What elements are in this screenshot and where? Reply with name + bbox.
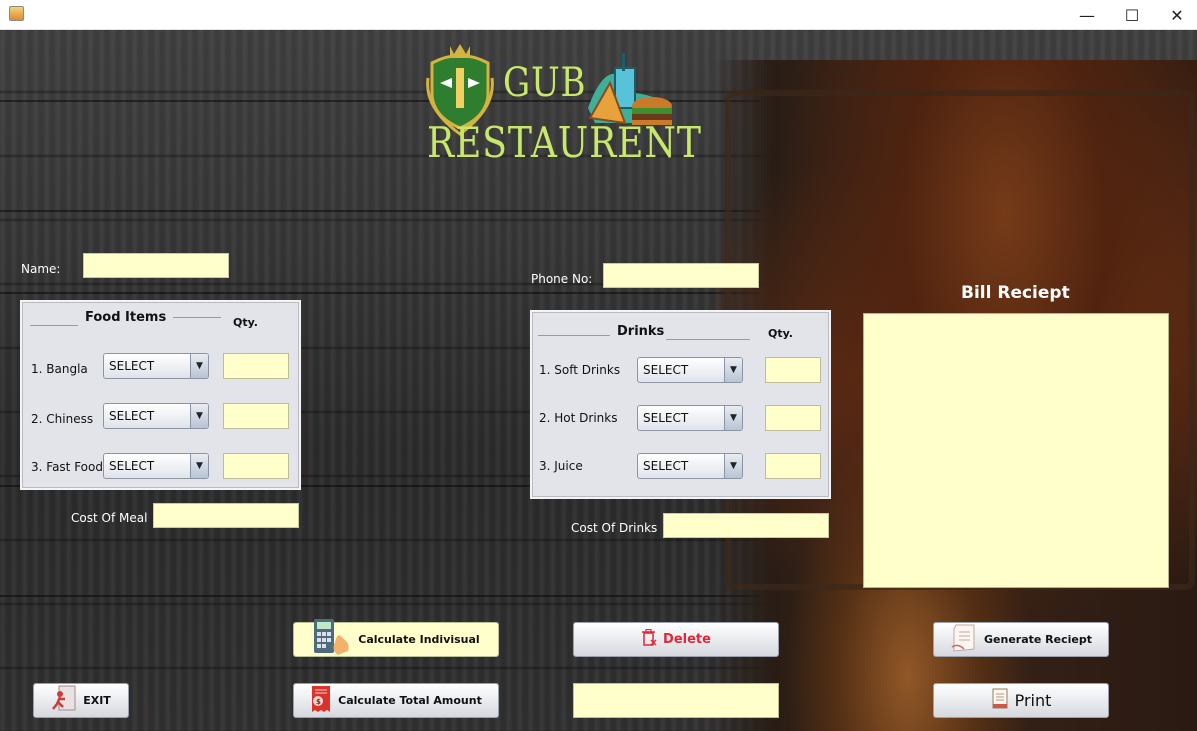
bangla-qty-input[interactable] (223, 353, 289, 379)
panel-title-line (666, 339, 750, 340)
trash-icon (641, 628, 657, 650)
exit-button[interactable]: EXIT (33, 683, 129, 718)
panel-title-line (30, 325, 78, 326)
select-value: SELECT (643, 459, 689, 473)
drinks-panel: Drinks Qty. 1. Soft Drinks SELECT ▼ 2. H… (530, 310, 831, 499)
drink-item-label: 1. Soft Drinks (539, 363, 621, 377)
food-items-title: Food Items (85, 310, 167, 325)
dropdown-arrow-icon: ▼ (724, 454, 742, 478)
logo-title-restaurant: RESTAURENT (427, 118, 702, 167)
phone-input[interactable] (603, 263, 759, 288)
food-item-label: 1. Bangla (31, 362, 88, 376)
minimize-icon: — (1079, 5, 1095, 25)
phone-label: Phone No: (531, 272, 593, 286)
cost-of-drinks-field[interactable] (663, 513, 829, 538)
java-app-icon (9, 6, 24, 21)
bill-icon: $ (310, 684, 332, 717)
total-amount-field[interactable] (573, 683, 779, 718)
svg-text:$: $ (316, 698, 321, 706)
hot-drinks-qty-input[interactable] (765, 405, 821, 431)
drinks-qty-label: Qty. (768, 327, 793, 340)
bill-receipt-textarea[interactable] (863, 313, 1169, 588)
maximize-icon: ☐ (1124, 5, 1140, 25)
dropdown-arrow-icon: ▼ (190, 404, 208, 428)
bangla-select[interactable]: SELECT ▼ (103, 353, 209, 379)
receipt-icon (950, 623, 978, 656)
delete-label: Delete (663, 632, 711, 647)
exit-label: EXIT (83, 694, 111, 707)
print-label: Print (1014, 691, 1052, 710)
drinks-title: Drinks (617, 324, 665, 339)
plank-seam (0, 595, 760, 597)
exit-icon (51, 685, 77, 716)
select-value: SELECT (109, 359, 155, 373)
cost-of-drinks-label: Cost Of Drinks (571, 521, 658, 535)
fast-food-qty-input[interactable] (223, 453, 289, 479)
logo-title-gub: GUB (503, 60, 587, 106)
food-item-label: 3. Fast Food (31, 460, 103, 474)
cost-of-meal-field[interactable] (153, 503, 299, 528)
printer-icon (991, 688, 1009, 714)
dropdown-arrow-icon: ▼ (190, 354, 208, 378)
chiness-select[interactable]: SELECT ▼ (103, 403, 209, 429)
calculate-total-button[interactable]: $ Calculate Total Amount (293, 683, 499, 718)
plank-seam (0, 292, 760, 294)
food-item-label: 2. Chiness (31, 412, 94, 426)
name-label: Name: (21, 262, 61, 276)
drink-item-label: 3. Juice (539, 459, 583, 473)
food-qty-label: Qty. (233, 316, 258, 329)
maximize-button[interactable]: ☐ (1109, 0, 1155, 30)
soft-drinks-select[interactable]: SELECT ▼ (637, 357, 743, 383)
panel-title-line (538, 335, 610, 336)
generate-receipt-label: Generate Reciept (984, 633, 1092, 646)
hot-drinks-select[interactable]: SELECT ▼ (637, 405, 743, 431)
select-value: SELECT (643, 363, 689, 377)
food-items-panel: Food Items Qty. 1. Bangla SELECT ▼ 2. Ch… (20, 300, 301, 490)
chiness-qty-input[interactable] (223, 403, 289, 429)
juice-select[interactable]: SELECT ▼ (637, 453, 743, 479)
plank-seam (0, 210, 760, 212)
calculate-individual-label: Calculate Indivisual (358, 633, 480, 646)
calculate-total-label: Calculate Total Amount (338, 694, 482, 707)
dropdown-arrow-icon: ▼ (190, 454, 208, 478)
calculator-icon (312, 619, 352, 660)
select-value: SELECT (109, 459, 155, 473)
select-value: SELECT (109, 409, 155, 423)
panel-title-line (173, 317, 221, 318)
dropdown-arrow-icon: ▼ (724, 358, 742, 382)
drink-item-label: 2. Hot Drinks (539, 411, 618, 425)
close-icon: ✕ (1170, 5, 1184, 25)
soft-drinks-qty-input[interactable] (765, 357, 821, 383)
fast-food-select[interactable]: SELECT ▼ (103, 453, 209, 479)
dropdown-arrow-icon: ▼ (724, 406, 742, 430)
minimize-button[interactable]: — (1064, 0, 1110, 30)
cost-of-meal-label: Cost Of Meal (71, 511, 148, 525)
window-titlebar: — ☐ ✕ (0, 0, 1197, 30)
delete-button[interactable]: Delete (573, 622, 779, 657)
juice-qty-input[interactable] (765, 453, 821, 479)
food-icon (588, 53, 672, 125)
print-button[interactable]: Print (933, 683, 1109, 718)
name-input[interactable] (83, 253, 229, 278)
select-value: SELECT (643, 411, 689, 425)
calculate-individual-button[interactable]: Calculate Indivisual (293, 619, 499, 660)
close-button[interactable]: ✕ (1154, 0, 1197, 30)
generate-receipt-button[interactable]: Generate Reciept (933, 622, 1109, 657)
bill-receipt-title: Bill Reciept (961, 283, 1070, 303)
